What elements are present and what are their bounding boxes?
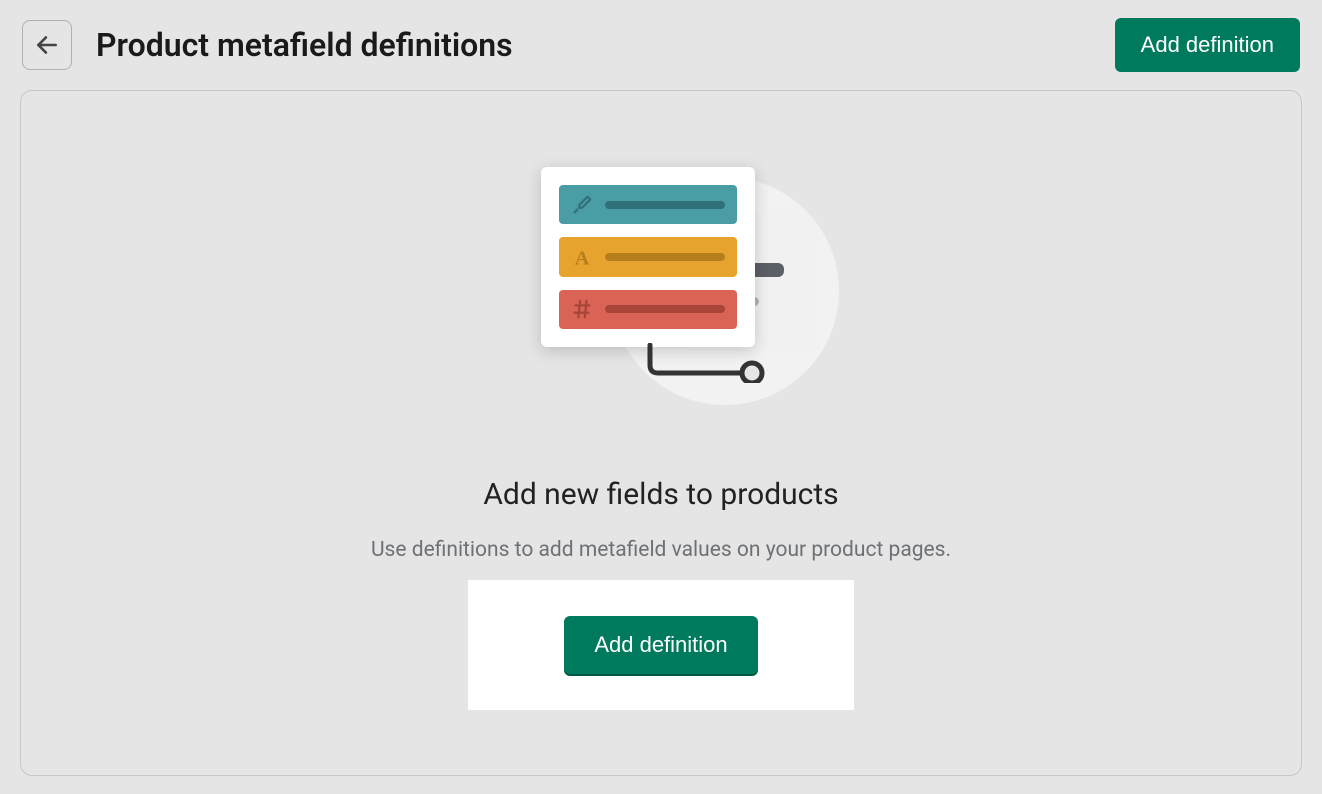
page-title: Product metafield definitions [96, 26, 513, 64]
add-definition-header-button[interactable]: Add definition [1115, 18, 1300, 72]
illustration-field-coral [559, 290, 737, 329]
connector-icon [646, 343, 766, 383]
back-arrow-icon [34, 32, 60, 58]
add-definition-cta-button[interactable]: Add definition [564, 616, 757, 674]
empty-state-description: Use definitions to add metafield values … [371, 538, 951, 562]
empty-state-card: A Add new fields to products Use definit… [20, 90, 1302, 776]
hash-icon [571, 298, 593, 320]
eyedropper-icon [571, 194, 593, 216]
svg-text:A: A [575, 247, 590, 268]
back-button[interactable] [22, 20, 72, 70]
illustration-field-teal [559, 185, 737, 224]
metafields-illustration: A [541, 167, 831, 417]
cta-wrapper: Add definition [468, 580, 853, 710]
letter-a-icon: A [571, 246, 593, 268]
illustration-field-amber: A [559, 237, 737, 276]
empty-state-heading: Add new fields to products [483, 477, 838, 512]
page-header: Product metafield definitions Add defini… [0, 0, 1322, 90]
header-left: Product metafield definitions [22, 20, 513, 70]
